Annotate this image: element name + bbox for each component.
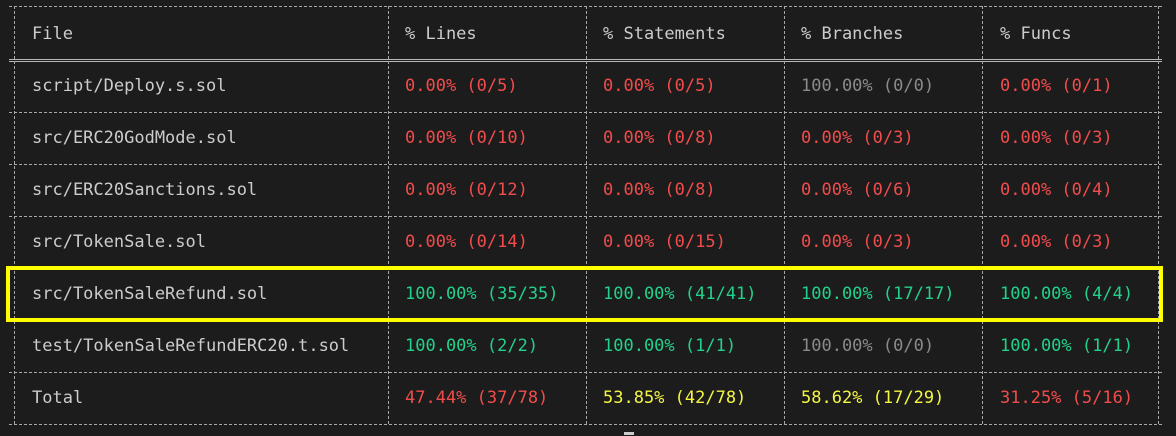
lines-cell: 0.00% (0/5): [405, 76, 518, 96]
statements-cell: 53.85% (42/78): [603, 388, 747, 408]
file-cell: src/ERC20GodMode.sol: [32, 128, 237, 148]
branches-cell: 0.00% (0/3): [801, 232, 914, 252]
total-row: Total 47.44% (37/78) 53.85% (42/78) 58.6…: [0, 372, 1176, 424]
branches-cell: 0.00% (0/3): [801, 128, 914, 148]
column-separator: [586, 6, 587, 424]
statements-cell: 0.00% (0/8): [603, 128, 716, 148]
terminal-cursor: [624, 432, 634, 435]
file-cell: src/ERC20Sanctions.sol: [32, 180, 258, 200]
column-separator: [14, 6, 15, 424]
column-separator: [784, 6, 785, 424]
funcs-cell: 31.25% (5/16): [1000, 388, 1134, 408]
branches-cell: 58.62% (17/29): [801, 388, 945, 408]
table-row: src/TokenSale.sol 0.00% (0/14) 0.00% (0/…: [0, 216, 1176, 268]
lines-cell: 0.00% (0/12): [405, 180, 528, 200]
lines-cell: 0.00% (0/14): [405, 232, 528, 252]
funcs-cell: 0.00% (0/3): [1000, 128, 1113, 148]
header-statements: % Statements: [603, 24, 726, 44]
statements-cell: 100.00% (1/1): [603, 336, 737, 356]
column-separator: [1158, 6, 1159, 424]
table-row: test/TokenSaleRefundERC20.t.sol 100.00% …: [0, 320, 1176, 372]
file-cell: test/TokenSaleRefundERC20.t.sol: [32, 336, 350, 356]
terminal-window: File % Lines % Statements % Branches % F…: [0, 0, 1176, 436]
statements-cell: 0.00% (0/8): [603, 180, 716, 200]
header-branches: % Branches: [801, 24, 904, 44]
table-row: src/ERC20GodMode.sol 0.00% (0/10) 0.00% …: [0, 112, 1176, 164]
lines-cell: 47.44% (37/78): [405, 388, 549, 408]
header-row: File % Lines % Statements % Branches % F…: [0, 8, 1176, 60]
file-cell: script/Deploy.s.sol: [32, 76, 227, 96]
table-bottom-border: [9, 424, 1162, 425]
header-file: File: [32, 24, 73, 44]
lines-cell: 100.00% (2/2): [405, 336, 539, 356]
column-separator: [388, 6, 389, 424]
lines-cell: 0.00% (0/10): [405, 128, 528, 148]
funcs-cell: 0.00% (0/1): [1000, 76, 1113, 96]
statements-cell: 0.00% (0/5): [603, 76, 716, 96]
column-separator: [982, 6, 983, 424]
branches-cell: 100.00% (0/0): [801, 336, 935, 356]
branches-cell: 100.00% (0/0): [801, 76, 935, 96]
funcs-cell: 0.00% (0/4): [1000, 180, 1113, 200]
total-label: Total: [32, 388, 84, 408]
header-funcs: % Funcs: [1000, 24, 1072, 44]
funcs-cell: 100.00% (1/1): [1000, 336, 1134, 356]
file-cell: src/TokenSale.sol: [32, 232, 206, 252]
table-row: src/ERC20Sanctions.sol 0.00% (0/12) 0.00…: [0, 164, 1176, 216]
statements-cell: 0.00% (0/15): [603, 232, 726, 252]
branches-cell: 0.00% (0/6): [801, 180, 914, 200]
highlight-box: [6, 266, 1163, 322]
header-lines: % Lines: [405, 24, 477, 44]
table-row: script/Deploy.s.sol 0.00% (0/5) 0.00% (0…: [0, 60, 1176, 112]
funcs-cell: 0.00% (0/3): [1000, 232, 1113, 252]
